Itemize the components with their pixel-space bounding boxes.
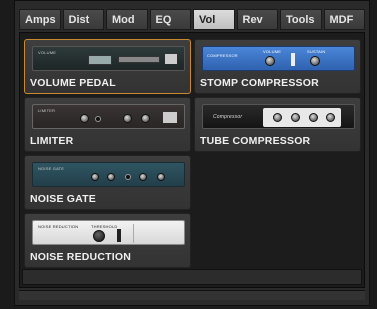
tab-vol[interactable]: Vol [193, 9, 235, 30]
noise-reduction-divider [133, 224, 134, 243]
limiter-label: LIMITER [30, 135, 74, 147]
volume-pedal-display [88, 55, 112, 65]
tube-comp-knob-2-icon [291, 113, 300, 122]
stomp-knob1-label: VOLUME [263, 49, 282, 54]
noise-gate-thumbnail: NOISE GATE [32, 162, 185, 187]
noise-gate-knob-1-icon [91, 173, 99, 181]
category-tabbar: Amps Dist Mod EQ Vol Rev Tools MDF [19, 9, 365, 30]
component-grid: VOLUME VOLUME PEDAL COMPRESSOR VOLUME SU… [19, 32, 365, 288]
tab-mod[interactable]: Mod [106, 9, 148, 30]
volume-pedal-switch [165, 54, 177, 64]
noise-reduction-knob-icon [93, 230, 105, 242]
volume-pedal-slider [118, 56, 160, 63]
noise-gate-led-icon [125, 174, 131, 180]
noise-reduction-switch [117, 229, 121, 242]
tube-comp-knob-4-icon [326, 113, 335, 122]
stomp-footswitch [291, 53, 295, 66]
noise-gate-knob-4-icon [157, 173, 165, 181]
noise-reduction-label: NOISE REDUCTION [30, 251, 132, 263]
noise-reduction-knob-label: THRESHOLD [91, 224, 118, 229]
noise-gate-knob-2-icon [107, 173, 115, 181]
noise-gate-panel-text: NOISE GATE [38, 166, 65, 171]
tube-compressor-panel-text: Compressor [213, 114, 243, 120]
limiter-thumbnail: LIMITER [32, 104, 185, 129]
stomp-compressor-label: STOMP COMPRESSOR [200, 77, 319, 89]
stomp-volume-knob-icon [265, 56, 275, 66]
tab-amps[interactable]: Amps [19, 9, 61, 30]
tab-rev[interactable]: Rev [236, 9, 278, 30]
tube-compressor-label: TUBE COMPRESSOR [200, 135, 311, 147]
stomp-sustain-knob-icon [310, 56, 320, 66]
component-volume-pedal[interactable]: VOLUME VOLUME PEDAL [24, 39, 191, 94]
horizontal-scrollbar[interactable] [22, 269, 362, 285]
limiter-knob-icon [80, 114, 89, 123]
volume-pedal-thumbnail: VOLUME [32, 46, 185, 71]
component-stomp-compressor[interactable]: COMPRESSOR VOLUME SUSTAIN STOMP COMPRESS… [194, 39, 361, 94]
component-limiter[interactable]: LIMITER LIMITER [24, 97, 191, 152]
noise-reduction-thumbnail: NOISE REDUCTION THRESHOLD [32, 220, 185, 245]
limiter-panel-text: LIMITER [38, 108, 56, 113]
tab-tools[interactable]: Tools [280, 9, 322, 30]
noise-reduction-panel-text: NOISE REDUCTION [38, 224, 79, 229]
limiter-knob-3-icon [141, 114, 150, 123]
volume-pedal-label: VOLUME PEDAL [30, 77, 116, 89]
tube-compressor-thumbnail: Compressor [202, 104, 355, 129]
component-noise-gate[interactable]: NOISE GATE NOISE GATE [24, 155, 191, 210]
tab-eq[interactable]: EQ [149, 9, 191, 30]
volume-pedal-panel-text: VOLUME [38, 50, 57, 55]
stomp-compressor-thumbnail: COMPRESSOR VOLUME SUSTAIN [202, 46, 355, 71]
noise-gate-label: NOISE GATE [30, 193, 96, 205]
noise-gate-knob-3-icon [139, 173, 147, 181]
tab-mdf[interactable]: MDF [323, 9, 365, 30]
limiter-switch [163, 112, 177, 123]
component-noise-reduction[interactable]: NOISE REDUCTION THRESHOLD NOISE REDUCTIO… [24, 213, 191, 268]
tab-dist[interactable]: Dist [62, 9, 104, 30]
bottom-bar [19, 290, 365, 300]
component-tube-compressor[interactable]: Compressor TUBE COMPRESSOR [194, 97, 361, 152]
stomp-knob2-label: SUSTAIN [307, 49, 326, 54]
limiter-knob-2-icon [123, 114, 132, 123]
stomp-compressor-panel-text: COMPRESSOR [207, 53, 238, 58]
limiter-led-icon [95, 116, 101, 122]
tube-comp-knob-1-icon [273, 113, 282, 122]
tube-comp-knob-3-icon [309, 113, 318, 122]
